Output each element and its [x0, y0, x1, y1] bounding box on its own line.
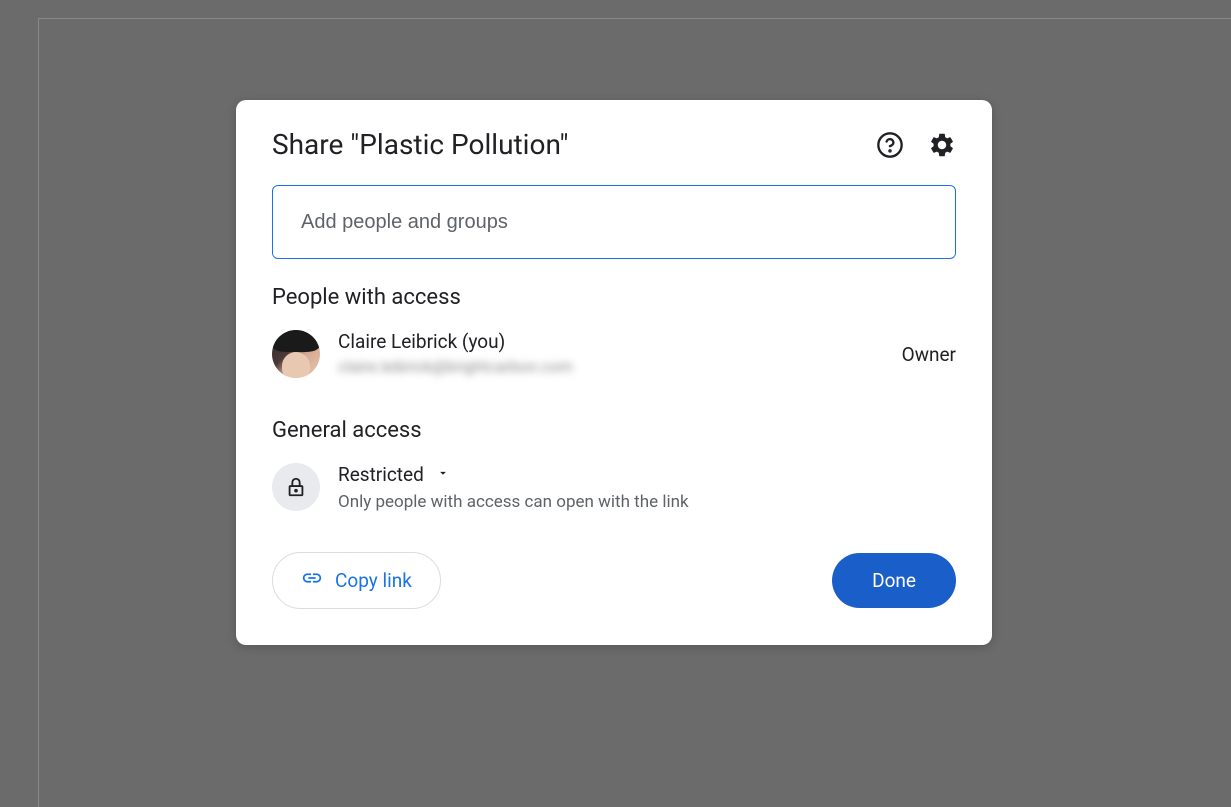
general-access-row: Restricted Only people with access can o… — [272, 463, 956, 512]
add-people-input[interactable] — [272, 185, 956, 259]
done-button[interactable]: Done — [832, 553, 956, 608]
header-icons — [876, 131, 956, 159]
settings-icon[interactable] — [928, 131, 956, 159]
person-left: Claire Leibrick (you) claire.leibrick@br… — [272, 330, 573, 378]
avatar — [272, 330, 320, 378]
person-name: Claire Leibrick (you) — [338, 330, 573, 353]
person-info: Claire Leibrick (you) claire.leibrick@br… — [338, 330, 573, 376]
person-role: Owner — [902, 343, 956, 366]
chevron-down-icon — [436, 465, 450, 484]
access-description: Only people with access can open with th… — [338, 492, 689, 512]
dialog-title: Share "Plastic Pollution" — [272, 128, 568, 161]
help-icon[interactable] — [876, 131, 904, 159]
link-icon — [301, 567, 323, 594]
share-dialog: Share "Plastic Pollution" People with ac… — [236, 100, 992, 645]
copy-link-label: Copy link — [335, 569, 412, 592]
access-info: Restricted Only people with access can o… — [338, 463, 689, 512]
people-section-title: People with access — [272, 285, 956, 310]
general-section-title: General access — [272, 418, 956, 443]
person-email: claire.leibrick@brightcarbon.com — [338, 357, 573, 376]
copy-link-button[interactable]: Copy link — [272, 552, 441, 609]
person-row: Claire Leibrick (you) claire.leibrick@br… — [272, 330, 956, 378]
lock-icon — [272, 463, 320, 511]
access-mode-dropdown[interactable]: Restricted — [338, 463, 689, 486]
access-mode-label: Restricted — [338, 463, 424, 486]
dialog-header: Share "Plastic Pollution" — [272, 128, 956, 161]
dialog-footer: Copy link Done — [272, 552, 956, 609]
